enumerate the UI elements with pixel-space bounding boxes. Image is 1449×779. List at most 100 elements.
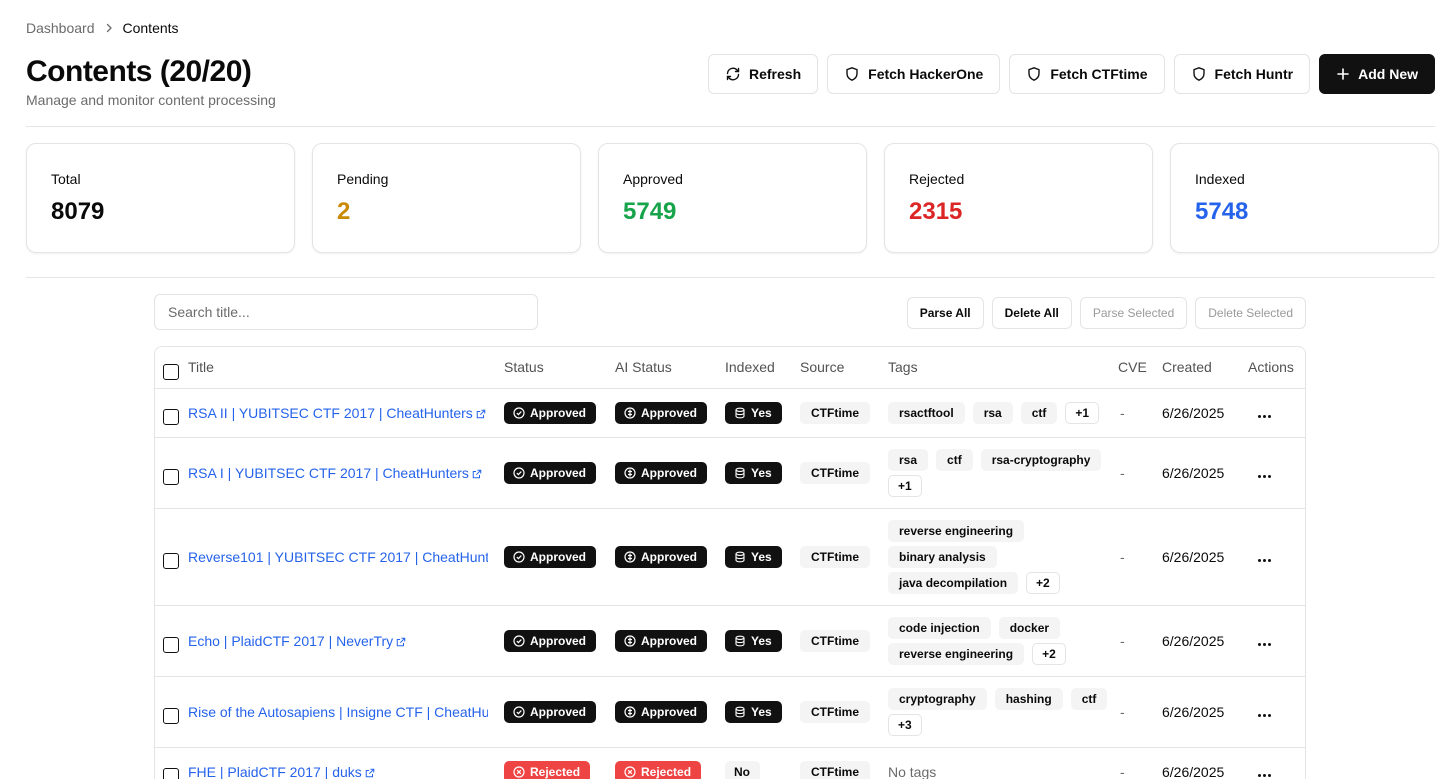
more-tags-badge[interactable]: +3	[888, 713, 922, 736]
source-badge: CTFtime	[800, 461, 870, 484]
add-new-button[interactable]: Add New	[1319, 54, 1435, 94]
breadcrumb-dashboard[interactable]: Dashboard	[26, 20, 95, 36]
ai-icon	[624, 550, 636, 563]
more-actions-icon[interactable]	[1258, 642, 1271, 646]
content-title-link[interactable]: Echo | PlaidCTF 2017 | NeverTry	[188, 633, 488, 649]
database-icon	[735, 635, 745, 646]
external-link-icon	[472, 469, 482, 479]
tag-list: code injection docker reverse engineerin…	[888, 606, 1108, 676]
created-date: 6/26/2025	[1162, 605, 1248, 677]
tag-list: reverse engineering binary analysis java…	[888, 509, 1108, 605]
more-actions-icon[interactable]	[1258, 713, 1271, 717]
database-icon	[735, 551, 745, 562]
more-tags-badge[interactable]: +1	[888, 474, 922, 497]
stats-divider	[26, 277, 1435, 278]
external-link-icon	[476, 409, 486, 419]
source-badge: CTFtime	[800, 700, 870, 723]
col-tags: Tags	[888, 347, 1118, 389]
row-checkbox[interactable]	[163, 553, 179, 569]
no-tags-text: No tags	[888, 763, 937, 779]
stat-value: 8079	[51, 198, 105, 225]
shield-icon	[844, 66, 860, 82]
content-title-link[interactable]: RSA I | YUBITSEC CTF 2017 | CheatHunters	[188, 465, 488, 481]
search-input[interactable]	[154, 294, 538, 330]
delete-selected-button[interactable]: Delete Selected	[1195, 297, 1306, 329]
tag-list: cryptography hashing ctf +3	[888, 677, 1108, 747]
status-badge: Approved	[504, 545, 597, 568]
shield-icon	[1191, 66, 1207, 82]
content-title-link[interactable]: Rise of the Autosapiens | Insigne CTF | …	[188, 704, 488, 720]
tag: cryptography	[888, 687, 987, 710]
parse-all-button[interactable]: Parse All	[906, 297, 984, 329]
row-checkbox[interactable]	[163, 409, 179, 425]
refresh-label: Refresh	[749, 66, 802, 82]
more-tags-badge[interactable]: +2	[1026, 571, 1060, 594]
stat-value: 2315	[909, 198, 963, 225]
fetch-hackerone-button[interactable]: Fetch HackerOne	[827, 54, 1001, 94]
refresh-icon	[725, 66, 741, 82]
col-status: Status	[504, 347, 615, 389]
row-checkbox[interactable]	[163, 708, 179, 724]
chevron-right-icon	[103, 22, 115, 34]
content-title-link[interactable]: Reverse101 | YUBITSEC CTF 2017 | CheatHu…	[188, 549, 488, 565]
database-icon	[735, 706, 745, 717]
col-actions: Actions	[1248, 347, 1305, 389]
content-title-link[interactable]: RSA II | YUBITSEC CTF 2017 | CheatHunter…	[188, 405, 488, 421]
more-actions-icon[interactable]	[1258, 558, 1271, 562]
col-source: Source	[800, 347, 888, 389]
stat-label: Pending	[337, 171, 389, 187]
source-badge: CTFtime	[800, 760, 870, 779]
more-actions-icon[interactable]	[1258, 773, 1271, 777]
more-tags-badge[interactable]: +1	[1065, 401, 1100, 424]
tag: ctf	[1020, 401, 1058, 424]
stat-label: Total	[51, 171, 81, 187]
stat-label: Rejected	[909, 171, 965, 187]
cve-cell: -	[1118, 388, 1162, 438]
more-actions-icon[interactable]	[1258, 414, 1271, 418]
stat-label: Approved	[623, 171, 683, 187]
status-badge: Approved	[504, 401, 597, 424]
tag: rsa	[972, 401, 1013, 424]
ai-status-badge: Approved	[615, 401, 708, 424]
ai-icon	[624, 634, 636, 647]
tag: code injection	[888, 616, 991, 639]
x-circle-icon	[624, 765, 636, 778]
bulk-actions: Parse All Delete All Parse Selected Dele…	[906, 297, 1306, 329]
stat-card-approved: Approved 5749	[598, 143, 867, 253]
page-subtitle: Manage and monitor content processing	[26, 92, 276, 108]
more-tags-badge[interactable]: +2	[1032, 642, 1066, 665]
page-title: Contents (20/20)	[26, 55, 252, 88]
row-checkbox[interactable]	[163, 469, 179, 485]
contents-table: Title Status AI Status Indexed Source Ta…	[154, 346, 1306, 779]
status-badge: Approved	[504, 461, 597, 484]
refresh-button[interactable]: Refresh	[708, 54, 819, 94]
row-checkbox[interactable]	[163, 768, 179, 779]
tag: docker	[998, 616, 1061, 639]
status-badge: Approved	[504, 700, 597, 723]
external-link-icon	[396, 637, 406, 647]
cve-cell: -	[1118, 508, 1162, 606]
ai-icon	[624, 406, 636, 419]
stat-card-pending: Pending 2	[312, 143, 581, 253]
tag: ctf	[1070, 687, 1108, 710]
col-indexed: Indexed	[725, 347, 800, 389]
table-row: Rise of the Autosapiens | Insigne CTF | …	[155, 676, 1305, 748]
select-all-checkbox[interactable]	[163, 363, 179, 380]
breadcrumb: Dashboard Contents	[26, 18, 179, 38]
stats-row: Total 8079 Pending 2 Approved 5749 Rejec…	[26, 143, 1439, 253]
tag: reverse engineering	[888, 642, 1025, 665]
cve-cell: -	[1118, 747, 1162, 779]
indexed-badge: Yes	[725, 401, 782, 424]
source-badge: CTFtime	[800, 401, 870, 424]
fetch-ctftime-button[interactable]: Fetch CTFtime	[1009, 54, 1165, 94]
tag: binary analysis	[888, 545, 997, 568]
fetch-huntr-button[interactable]: Fetch Huntr	[1173, 54, 1311, 94]
parse-selected-button[interactable]: Parse Selected	[1079, 297, 1188, 329]
content-title-link[interactable]: FHE | PlaidCTF 2017 | duks	[188, 764, 488, 779]
more-actions-icon[interactable]	[1258, 474, 1271, 478]
breadcrumb-contents: Contents	[122, 20, 179, 36]
check-circle-icon	[513, 466, 525, 479]
delete-all-button[interactable]: Delete All	[991, 297, 1072, 329]
row-checkbox[interactable]	[163, 637, 179, 653]
shield-icon	[1026, 66, 1042, 82]
